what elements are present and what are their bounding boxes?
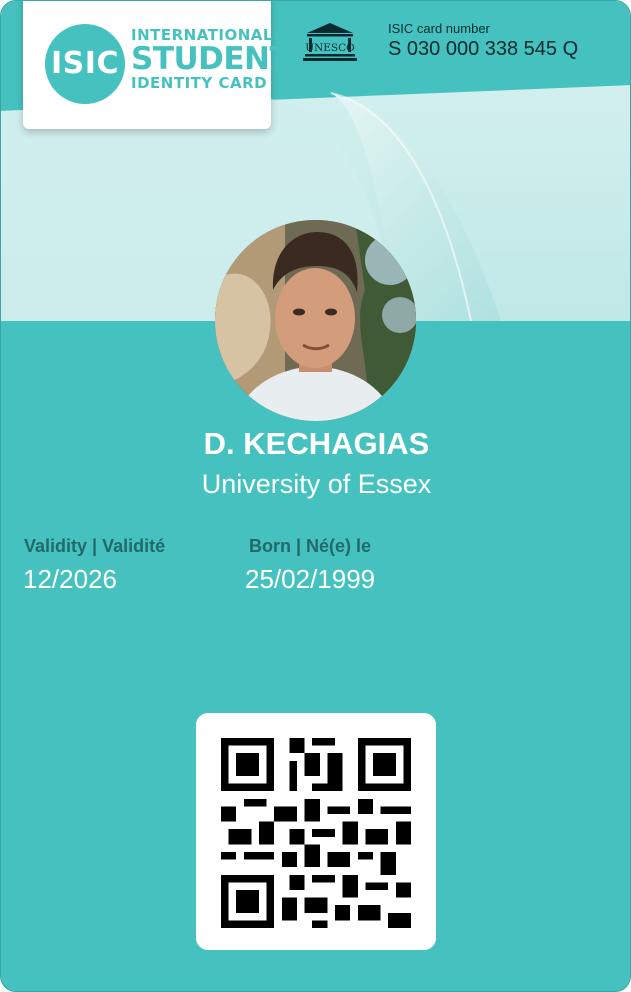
unesco-logo: UNESCO [303,21,357,65]
holder-institution: University of Essex [201,469,432,499]
isic-logo: ISIC INTERNATIONAL STUDENT IDENTITY CARD [23,1,291,129]
unesco-logo-text: UNESCO [305,42,355,54]
validity-label: Validity | Validité [24,536,166,556]
logo-line-student: STUDENT [131,41,291,77]
holder-name: D. KECHAGIAS [203,426,430,461]
holder-photo [215,220,416,421]
logo-line-identity-card: IDENTITY CARD [131,74,268,92]
born-value: 25/02/1999 [245,564,376,594]
qr-code [196,713,436,950]
isic-card: ISIC INTERNATIONAL STUDENT IDENTITY CARD… [0,0,631,992]
validity-value: 12/2026 [23,564,117,594]
isic-logo-circle: ISIC [45,24,125,104]
card-number-label: ISIC card number [388,21,490,36]
isic-logo-text: INTERNATIONAL STUDENT IDENTITY CARD [131,26,291,92]
born-label: Born | Né(e) le [249,536,372,556]
card-number: S 030 000 338 545 Q [388,38,579,60]
